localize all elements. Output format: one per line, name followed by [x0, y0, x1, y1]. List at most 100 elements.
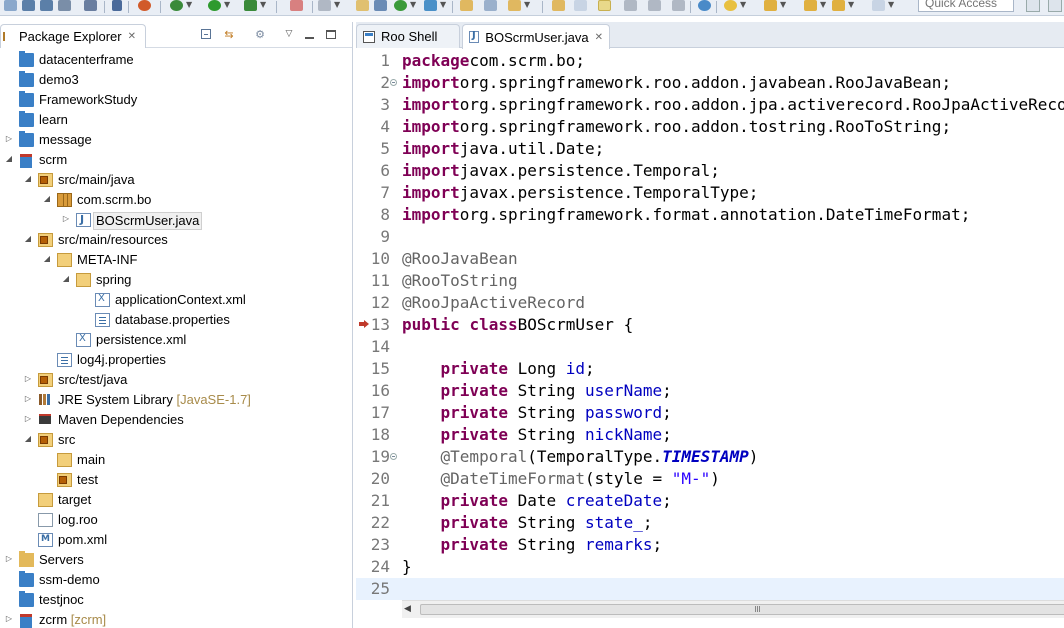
expanded-chevron-icon[interactable]: ◢ — [23, 434, 33, 444]
new-java-package-icon[interactable] — [374, 0, 387, 11]
expanded-chevron-icon[interactable]: ◢ — [23, 234, 33, 244]
edit-chevron-icon[interactable]: ▼ — [524, 0, 530, 10]
code-line[interactable]: 6 importjavax.persistence.Temporal; — [356, 160, 1064, 182]
view-menu-chevron-icon[interactable]: ▽ — [282, 28, 296, 42]
save-all-icon[interactable] — [40, 0, 53, 11]
close-icon[interactable]: ✕ — [128, 31, 136, 42]
debug-dropdown-chevron-icon[interactable]: ▼ — [186, 0, 192, 10]
collapsed-chevron-icon[interactable]: ▷ — [4, 614, 14, 624]
tree-item[interactable]: ▷ Maven Dependencies — [0, 410, 352, 430]
tree-item[interactable]: ▷ JRE System Library [JavaSE-1.7] — [0, 390, 352, 410]
lightbulb-chevron-icon[interactable]: ▼ — [740, 0, 746, 10]
tree-item[interactable]: ◢ src/main/resources — [0, 230, 352, 250]
code-editor[interactable]: 1 packagecom.scrm.bo; 2 importorg.springfra… — [356, 50, 1064, 600]
horizontal-scrollbar[interactable]: ◀ — [402, 600, 1064, 618]
code-line[interactable]: 9 — [356, 226, 1064, 248]
tree-item[interactable]: FrameworkStudy — [0, 90, 352, 110]
stop-icon[interactable] — [290, 0, 303, 11]
search-icon[interactable] — [484, 0, 497, 11]
next-annotation-chevron-icon[interactable]: ▼ — [780, 0, 786, 10]
scrollbar-thumb[interactable] — [420, 604, 1064, 615]
code-line[interactable]: 25 — [356, 578, 1064, 600]
new-file-icon[interactable] — [4, 0, 17, 11]
tree-item[interactable]: learn — [0, 110, 352, 130]
code-line[interactable]: 10 @RooJavaBean — [356, 248, 1064, 270]
forward-chevron-icon[interactable]: ▼ — [848, 0, 854, 10]
external-tools-icon[interactable] — [244, 0, 257, 11]
close-icon[interactable]: ✕ — [595, 32, 603, 43]
code-line[interactable]: 24} — [356, 556, 1064, 578]
code-line[interactable]: 16 private String userName; — [356, 380, 1064, 402]
tree-item[interactable]: ▷ src/test/java — [0, 370, 352, 390]
collapsed-chevron-icon[interactable]: ▷ — [23, 414, 33, 424]
tree-item[interactable]: ◢ META-INF — [0, 250, 352, 270]
tree-item[interactable]: ◢ src/main/java — [0, 170, 352, 190]
code-line[interactable]: 11 @RooToString — [356, 270, 1064, 292]
fold-toggle-icon[interactable] — [390, 79, 397, 86]
code-line[interactable]: 5 importjava.util.Date; — [356, 138, 1064, 160]
code-line[interactable]: 21 private Date createDate; — [356, 490, 1064, 512]
code-line[interactable]: 7 importjavax.persistence.TemporalType; — [356, 182, 1064, 204]
code-line[interactable]: 4 importorg.springframework.roo.addon.tos… — [356, 116, 1064, 138]
open-task-icon[interactable] — [460, 0, 473, 11]
filters-icon[interactable]: ⚙ — [253, 28, 267, 42]
quick-access-input[interactable] — [918, 0, 1014, 12]
collapsed-chevron-icon[interactable]: ▷ — [23, 394, 33, 404]
skip-breakpoints-icon[interactable] — [138, 0, 151, 11]
scroll-left-icon[interactable]: ◀ — [404, 604, 414, 614]
tree-item[interactable]: ▷ BOScrmUser.java — [0, 210, 352, 230]
new-java-class-icon[interactable] — [394, 0, 407, 11]
debug-icon[interactable] — [170, 0, 183, 11]
globe-icon[interactable] — [698, 0, 711, 11]
collapsed-chevron-icon[interactable]: ▷ — [4, 554, 14, 564]
back-chevron-icon[interactable]: ▼ — [820, 0, 826, 10]
server-chevron-icon[interactable]: ▼ — [334, 0, 340, 10]
highlight-icon[interactable] — [598, 0, 611, 11]
toggle-mark-icon[interactable] — [624, 0, 637, 11]
tree-item[interactable]: test — [0, 470, 352, 490]
code-line[interactable]: 22 private String state_; — [356, 512, 1064, 534]
collapsed-chevron-icon[interactable]: ▷ — [4, 134, 14, 144]
next-annotation-icon[interactable] — [764, 0, 777, 11]
collapsed-chevron-icon[interactable]: ▷ — [23, 374, 33, 384]
code-line[interactable]: 3 importorg.springframework.roo.addon.jpa… — [356, 94, 1064, 116]
code-line[interactable]: 18 private String nickName; — [356, 424, 1064, 446]
tree-item[interactable]: ◢ scrm — [0, 150, 352, 170]
collapsed-chevron-icon[interactable]: ▷ — [61, 214, 71, 224]
collapse-all-icon[interactable] — [199, 28, 213, 42]
tree-item[interactable]: pom.xml — [0, 530, 352, 550]
code-line[interactable]: 14 — [356, 336, 1064, 358]
tab-roo-shell[interactable]: Roo Shell — [356, 24, 460, 48]
open-type-icon[interactable] — [356, 0, 369, 11]
tree-item[interactable]: demo3 — [0, 70, 352, 90]
tree-item[interactable]: target — [0, 490, 352, 510]
tree-item[interactable]: log.roo — [0, 510, 352, 530]
annotation-prev-icon[interactable] — [552, 0, 565, 11]
new-class-chevron-icon[interactable]: ▼ — [410, 0, 416, 10]
new-wizard-chevron-icon[interactable]: ▼ — [440, 0, 446, 10]
expanded-chevron-icon[interactable]: ◢ — [4, 154, 14, 164]
code-line[interactable]: 17 private String password; — [356, 402, 1064, 424]
tree-item[interactable]: testjnoc — [0, 590, 352, 610]
lightbulb-icon[interactable] — [724, 0, 737, 11]
run-icon[interactable] — [208, 0, 221, 11]
tree-item[interactable]: ◢ spring — [0, 270, 352, 290]
toggle-breakpoint-icon[interactable] — [112, 0, 122, 11]
tree-item[interactable]: main — [0, 450, 352, 470]
code-line[interactable]: 13 public classBOScrmUser { — [356, 314, 1064, 336]
tree-item[interactable]: ◢ com.scrm.bo — [0, 190, 352, 210]
quick-assist-arrow-icon[interactable] — [359, 319, 370, 330]
code-line[interactable]: 2 importorg.springframework.roo.addon.jav… — [356, 72, 1064, 94]
expanded-chevron-icon[interactable]: ◢ — [42, 254, 52, 264]
tree-item[interactable]: persistence.xml — [0, 330, 352, 350]
code-line[interactable]: 15 private Long id; — [356, 358, 1064, 380]
tab-package-explorer[interactable]: Package Explorer ✕ — [0, 24, 146, 48]
java-perspective-icon[interactable] — [1048, 0, 1062, 12]
block-select-icon[interactable] — [672, 0, 685, 11]
fold-toggle-icon[interactable] — [390, 453, 397, 460]
print-icon-2[interactable] — [84, 0, 97, 11]
tree-item[interactable]: database.properties — [0, 310, 352, 330]
tree-item[interactable]: ◢ src — [0, 430, 352, 450]
forward-icon[interactable] — [832, 0, 845, 11]
expanded-chevron-icon[interactable]: ◢ — [23, 174, 33, 184]
